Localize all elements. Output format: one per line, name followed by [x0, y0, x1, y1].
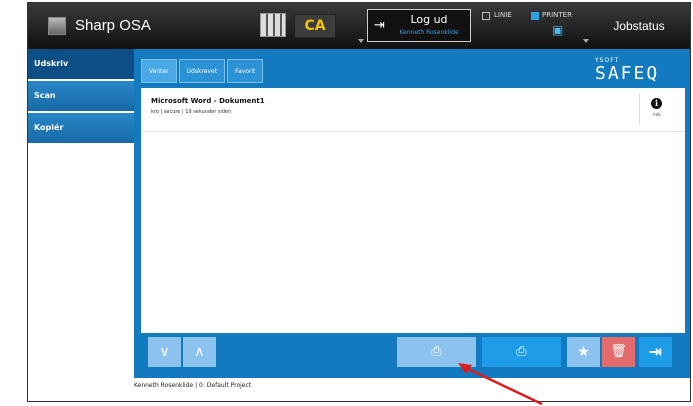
keypad-icon[interactable] — [260, 13, 286, 37]
logout-button[interactable]: ⇥ Log ud Kenneth Rosenklide — [367, 9, 471, 42]
exit-icon: ⇥ — [648, 342, 663, 361]
app-title: Sharp OSA — [75, 17, 151, 34]
job-meta: kro | secure | 19 sekunder siden — [151, 109, 232, 115]
favorite-button[interactable]: ★ — [567, 337, 600, 367]
tab-udskrevet[interactable]: Udskrevet — [178, 59, 226, 83]
delete-button[interactable]: 🗑 — [602, 337, 635, 367]
tab-favorit[interactable]: Favorit — [227, 59, 264, 83]
printer-indicator — [531, 12, 539, 20]
print-release-icon: ⎙ — [516, 344, 527, 359]
exit-button[interactable]: ⇥ — [639, 337, 672, 367]
jobstatus-button[interactable]: Jobstatus — [594, 12, 684, 40]
printer-dropdown-indicator — [583, 39, 589, 43]
chevron-down-icon: ∨ — [159, 344, 170, 360]
printer-status-icon[interactable]: ▣ — [552, 24, 563, 36]
chevron-up-icon: ∧ — [194, 344, 205, 360]
sharp-app-icon — [48, 17, 66, 35]
divider — [639, 93, 640, 125]
sidebar-item-kopier[interactable]: Kopiér — [28, 113, 134, 143]
trash-icon: 🗑 — [610, 344, 627, 359]
main-panel: Venter Udskrevet Favorit YSOFT SAFEQ Mic… — [134, 49, 690, 378]
scroll-up-button[interactable]: ∧ — [183, 337, 216, 367]
sidebar: Udskriv Scan Kopiér — [28, 49, 134, 359]
star-icon: ★ — [577, 344, 590, 360]
logged-in-user: Kenneth Rosenklide — [399, 29, 459, 36]
linie-label: LINIE — [494, 11, 512, 19]
top-bar: Sharp OSA CA ⇥ Log ud Kenneth Rosenklide… — [28, 3, 690, 49]
info-icon[interactable]: i — [651, 98, 662, 109]
brand-logo: SAFEQ — [595, 63, 660, 84]
scroll-down-button[interactable]: ∨ — [148, 337, 181, 367]
info-label: Info — [653, 112, 661, 117]
ca-dropdown-indicator — [358, 39, 364, 43]
screen-frame: Sharp OSA CA ⇥ Log ud Kenneth Rosenklide… — [27, 2, 691, 402]
logout-icon: ⇥ — [374, 18, 385, 33]
list-item[interactable]: Microsoft Word - Dokument1 kro | secure … — [141, 88, 685, 132]
status-bar: Kenneth Rosenklide | 0: Default Project — [134, 382, 252, 389]
tab-venter[interactable]: Venter — [141, 59, 177, 83]
sidebar-item-udskriv[interactable]: Udskriv — [28, 49, 134, 79]
job-tabs: Venter Udskrevet Favorit — [141, 59, 265, 83]
printer-label: PRINTER — [542, 11, 572, 19]
ca-button[interactable]: CA — [294, 14, 336, 38]
annotation-arrow — [458, 363, 543, 406]
sidebar-item-scan[interactable]: Scan — [28, 81, 134, 111]
logout-label: Log ud — [410, 13, 448, 26]
job-title: Microsoft Word - Dokument1 — [151, 97, 265, 105]
linie-indicator — [482, 12, 490, 20]
job-list: Microsoft Word - Dokument1 kro | secure … — [141, 88, 685, 333]
print-icon: ⎙ — [431, 344, 442, 359]
